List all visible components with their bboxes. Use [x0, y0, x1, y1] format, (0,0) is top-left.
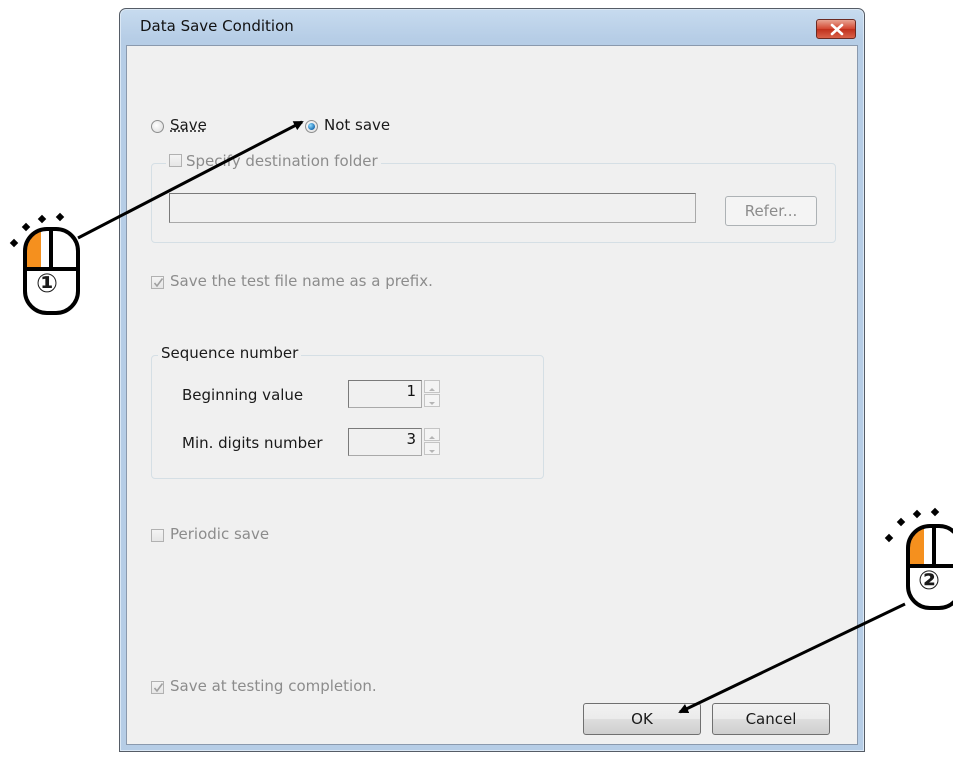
- step2-number: ②: [918, 566, 941, 596]
- annotation-arrows: [77, 120, 906, 714]
- mouse-click-icon-step1: ①: [2, 205, 92, 315]
- step1-arrow: [77, 120, 304, 240]
- step1-number: ①: [36, 269, 59, 299]
- mouse-click-icon-step2: ②: [880, 502, 953, 610]
- step2-arrow: [678, 602, 906, 714]
- mouse-icon: [884, 507, 953, 610]
